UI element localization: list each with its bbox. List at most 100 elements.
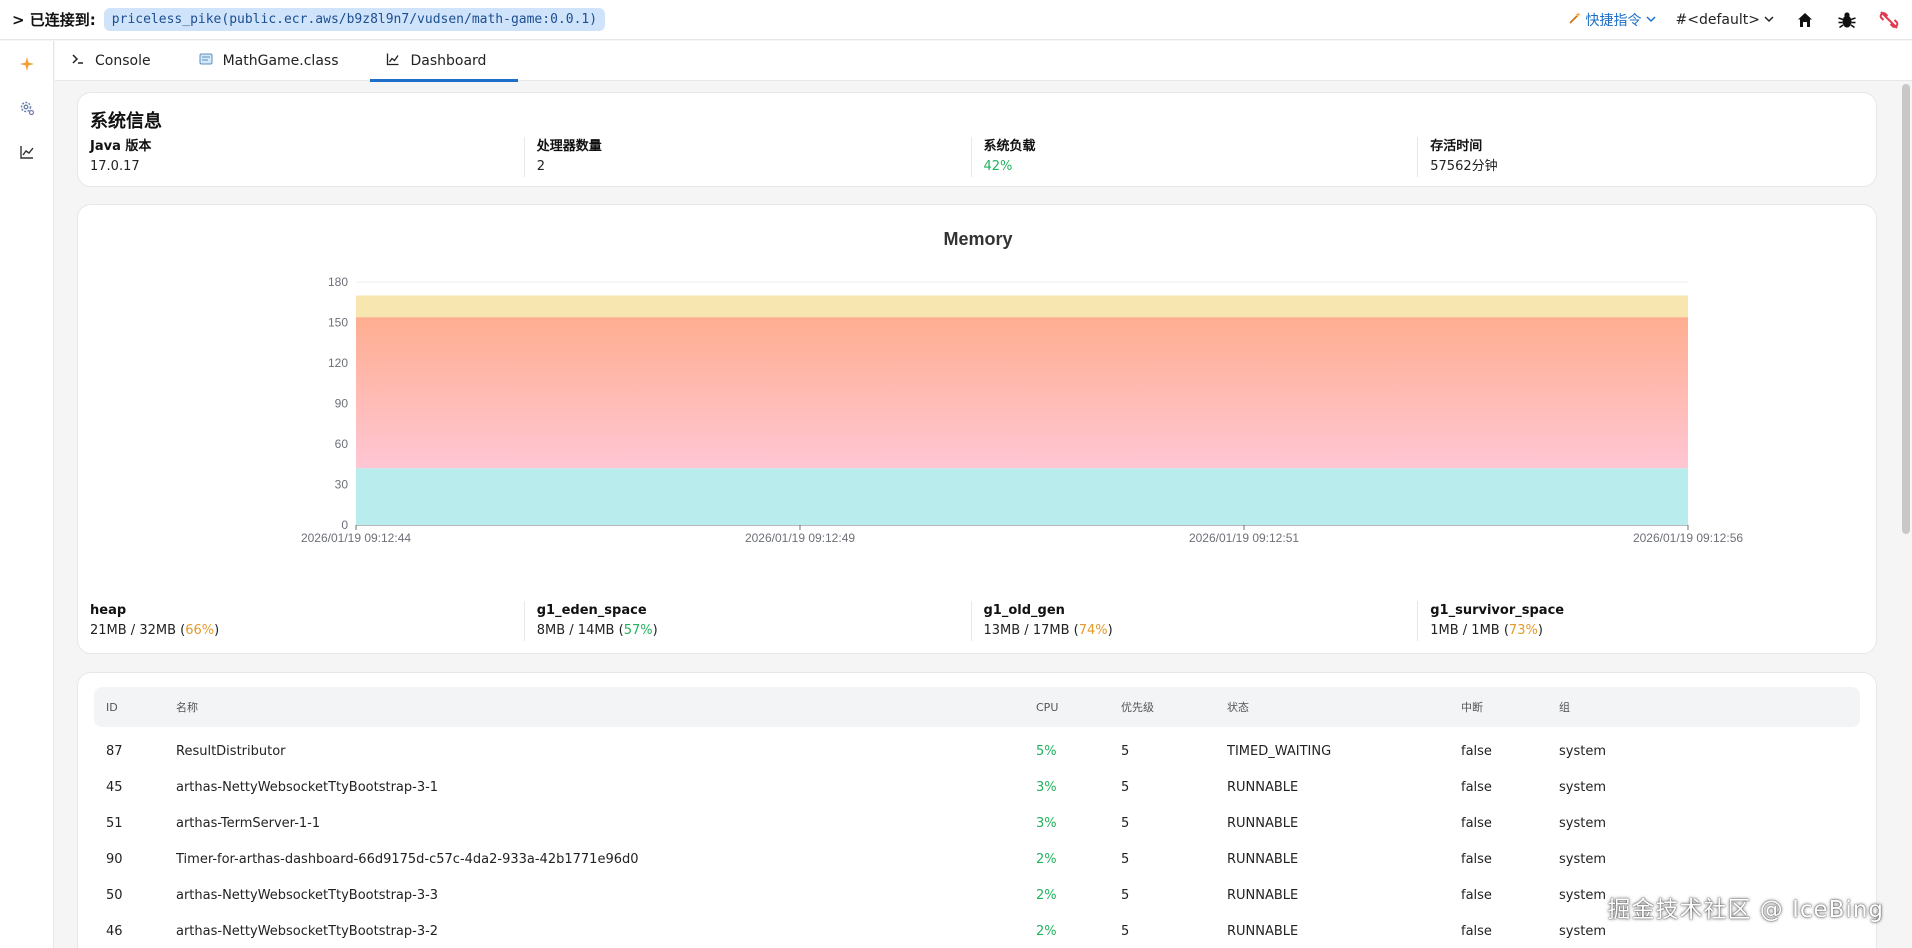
tab-console[interactable]: Console <box>55 41 183 81</box>
pool-used: 21MB / 32MB ( <box>90 623 186 638</box>
tab-console-label: Console <box>95 53 151 69</box>
cell-name: arthas-NettyWebsocketTtyBootstrap-3-1 <box>176 779 439 795</box>
cell-name: arthas-TermServer-1-1 <box>176 815 321 831</box>
x-tick-label: 2026/01/19 09:12:44 <box>301 531 411 545</box>
cell-group: system <box>1559 815 1606 831</box>
tab-dashboard[interactable]: Dashboard <box>370 41 519 82</box>
col-group[interactable]: 组 <box>1547 687 1860 727</box>
stat-uptime: 存活时间 57562分钟 <box>1417 137 1864 177</box>
memory-pool-stats: heap 21MB / 32MB (66%) g1_eden_space 8MB… <box>90 601 1864 641</box>
cell-state: RUNNABLE <box>1227 815 1299 831</box>
cell-name: Timer-for-arthas-dashboard-66d9175d-c57c… <box>176 851 639 867</box>
table-row[interactable]: 90 Timer-for-arthas-dashboard-66d9175d-c… <box>94 841 1860 877</box>
chart-title: Memory <box>943 229 1012 249</box>
disconnect-icon[interactable] <box>1878 9 1900 31</box>
threads-table: ID 名称 CPU 优先级 状态 中断 组 87 ResultDistribut… <box>94 687 1860 948</box>
stat-value: 2 <box>536 159 546 174</box>
pool-percent: 74% <box>1078 623 1108 638</box>
system-stats: Java 版本 17.0.17 处理器数量 2 系统负载 42% 存活时间 57… <box>90 137 1864 177</box>
col-name[interactable]: 名称 <box>164 687 1024 727</box>
table-row[interactable]: 45 arthas-NettyWebsocketTtyBootstrap-3-1… <box>94 769 1860 805</box>
y-tick-label: 0 <box>341 518 348 532</box>
cell-state: RUNNABLE <box>1227 923 1299 939</box>
cell-priority: 5 <box>1121 815 1130 831</box>
chart-areas <box>356 295 1688 525</box>
connection-pill[interactable]: priceless_pike(public.ecr.aws/b9z8l9n7/v… <box>103 8 606 31</box>
pool-usage: 1MB / 1MB (73%) <box>1430 621 1864 641</box>
top-actions: 快捷指令 #<default> <box>1568 9 1900 31</box>
pool-percent: 73% <box>1508 623 1538 638</box>
cell-priority: 5 <box>1121 851 1130 867</box>
col-cpu[interactable]: CPU <box>1024 687 1109 727</box>
rail-item-settings[interactable] <box>0 88 54 132</box>
cell-state: TIMED_WAITING <box>1227 743 1332 759</box>
cell-state: RUNNABLE <box>1227 779 1299 795</box>
col-state[interactable]: 状态 <box>1215 687 1449 727</box>
tab-bar: Console MathGame.class Dashboard <box>55 41 1912 82</box>
cell-id: 87 <box>106 743 123 759</box>
cell-interrupted: false <box>1461 779 1492 795</box>
y-tick-label: 180 <box>328 275 348 289</box>
col-priority[interactable]: 优先级 <box>1109 687 1215 727</box>
cell-priority: 5 <box>1121 887 1130 903</box>
cell-state: RUNNABLE <box>1227 851 1299 867</box>
pool-close: ) <box>1537 623 1543 638</box>
cell-cpu: 2% <box>1036 851 1057 867</box>
memory-chart: Memory 0 30 60 90 120 150 180 2026/01/19 09:12… <box>301 229 1743 575</box>
top-bar: > 已连接到: priceless_pike(public.ecr.aws/b9… <box>0 0 1912 40</box>
cell-id: 51 <box>106 815 123 831</box>
col-interrupted[interactable]: 中断 <box>1449 687 1547 727</box>
cell-group: system <box>1559 743 1606 759</box>
cell-interrupted: false <box>1461 923 1492 939</box>
memory-card: Memory 0 30 60 90 120 150 180 2026/01/19 09:12… <box>77 204 1877 654</box>
pool-close: ) <box>652 623 658 638</box>
table-row[interactable]: 46 arthas-NettyWebsocketTtyBootstrap-3-2… <box>94 913 1860 948</box>
cell-cpu: 3% <box>1036 779 1057 795</box>
cell-id: 46 <box>106 923 123 939</box>
table-row[interactable]: 50 arthas-NettyWebsocketTtyBootstrap-3-3… <box>94 877 1860 913</box>
stat-label: 系统负载 <box>983 139 1036 154</box>
cell-cpu: 3% <box>1036 815 1057 831</box>
system-info-card: 系统信息 Java 版本 17.0.17 处理器数量 2 系统负载 42% 存活… <box>77 92 1877 187</box>
namespace-select[interactable]: #<default> <box>1676 12 1774 28</box>
memory-pool-old-gen: g1_old_gen 13MB / 17MB (74%) <box>970 601 1418 641</box>
stat-processor-count: 处理器数量 2 <box>523 137 971 177</box>
stat-label: Java 版本 <box>90 139 152 154</box>
table-header: ID 名称 CPU 优先级 状态 中断 组 <box>94 687 1860 727</box>
chevron-down-icon <box>1646 12 1656 28</box>
tab-mathgame-class[interactable]: MathGame.class <box>183 41 371 81</box>
pool-close: ) <box>214 623 220 638</box>
pool-name: g1_old_gen <box>983 603 1065 618</box>
table-row[interactable]: 51 arthas-TermServer-1-1 3% 5 RUNNABLE f… <box>94 805 1860 841</box>
table-row[interactable]: 87 ResultDistributor 5% 5 TIMED_WAITING … <box>94 727 1860 769</box>
vertical-scrollbar[interactable] <box>1902 84 1910 534</box>
x-tick-label: 2026/01/19 09:12:56 <box>1633 531 1743 545</box>
rail-item-quick-commands[interactable] <box>0 44 54 88</box>
stat-label: 处理器数量 <box>536 139 602 154</box>
y-tick-label: 150 <box>328 316 348 330</box>
rail-item-dashboard[interactable] <box>0 132 54 176</box>
cell-id: 90 <box>106 851 123 867</box>
col-id[interactable]: ID <box>94 687 164 727</box>
pool-percent: 66% <box>185 623 215 638</box>
dashboard-content: 系统信息 Java 版本 17.0.17 处理器数量 2 系统负载 42% 存活… <box>55 82 1900 948</box>
connected-label: > 已连接到: <box>12 11 96 29</box>
left-rail <box>0 41 54 948</box>
cell-group: system <box>1559 779 1606 795</box>
y-tick-label: 30 <box>335 478 349 492</box>
cell-name: arthas-NettyWebsocketTtyBootstrap-3-3 <box>176 887 439 903</box>
area-buffer-pool <box>356 295 1688 318</box>
cell-state: RUNNABLE <box>1227 887 1299 903</box>
watermark: 掘金技术社区 @ IceBing <box>1607 897 1884 923</box>
chart-icon <box>386 52 400 70</box>
y-tick-label: 60 <box>335 437 349 451</box>
stat-java-version: Java 版本 17.0.17 <box>90 137 524 177</box>
cell-id: 50 <box>106 887 123 903</box>
bug-icon[interactable] <box>1836 9 1858 31</box>
stat-label: 存活时间 <box>1430 139 1483 154</box>
cell-priority: 5 <box>1121 779 1130 795</box>
home-icon[interactable] <box>1794 9 1816 31</box>
memory-pool-survivor: g1_survivor_space 1MB / 1MB (73%) <box>1417 601 1864 641</box>
cell-cpu: 2% <box>1036 923 1057 939</box>
quick-commands-menu[interactable]: 快捷指令 <box>1568 10 1656 30</box>
